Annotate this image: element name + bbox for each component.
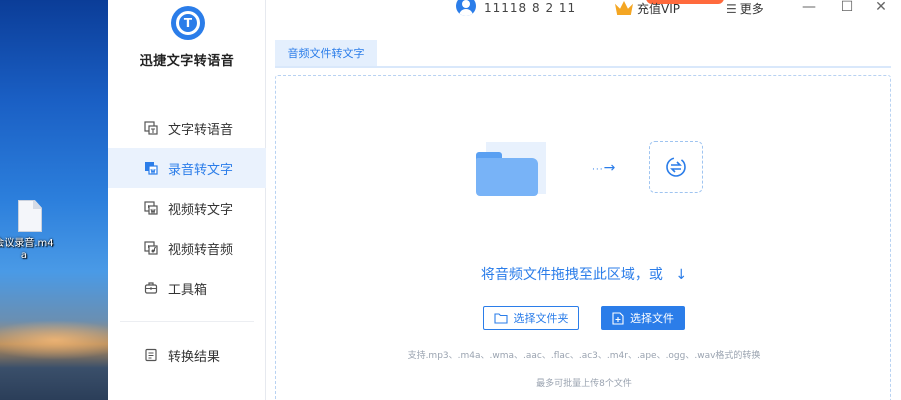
- sidebar-item-video-to-audio[interactable]: 视频转音频: [108, 228, 266, 268]
- text-to-speech-icon: [144, 121, 158, 135]
- sidebar-item-label: 视频转文字: [168, 202, 234, 218]
- user-avatar-icon[interactable]: [456, 0, 476, 16]
- sidebar-item-label: 录音转文字: [168, 162, 234, 178]
- toolbox-icon: [144, 281, 158, 295]
- select-folder-button[interactable]: 选择文件夹: [483, 306, 579, 330]
- select-file-button[interactable]: 选择文件: [601, 306, 685, 330]
- file-drop-zone[interactable]: ···→ 将音频文件拖拽至此区域，或 ↓ 选择文件夹 选择文件 支持.mp3、.…: [275, 75, 891, 400]
- recharge-vip-button[interactable]: 充值VIP: [615, 0, 680, 16]
- more-menu-button[interactable]: ☰ 更多: [726, 0, 764, 17]
- sidebar-divider: [120, 321, 254, 322]
- result-icon: [144, 348, 158, 362]
- folder-outline-icon: [493, 312, 508, 324]
- close-button[interactable]: ✕: [872, 0, 890, 16]
- vip-label: 充值VIP: [637, 1, 680, 16]
- desktop-file[interactable]: 会议录音.m4a: [0, 200, 60, 262]
- tab-bar: 音频文件转文字: [275, 40, 891, 68]
- video-to-text-icon: [144, 201, 158, 215]
- select-folder-label: 选择文件夹: [513, 312, 569, 325]
- sidebar-item-text-to-speech[interactable]: 文字转语音: [108, 108, 266, 148]
- video-to-audio-icon: [144, 241, 158, 255]
- tab-audio-to-text[interactable]: 音频文件转文字: [275, 40, 377, 66]
- transfer-arrow-icon: ···→: [592, 160, 616, 176]
- app-name: 迅捷文字转语音: [139, 54, 235, 69]
- down-arrow-icon: ↓: [675, 267, 688, 283]
- folder-icon: [476, 142, 546, 196]
- app-logo: T: [171, 6, 205, 40]
- user-id: 11118 8 2 11: [484, 1, 577, 15]
- select-file-label: 选择文件: [630, 312, 674, 325]
- menu-icon: ☰: [726, 1, 737, 16]
- sidebar-item-label: 工具箱: [168, 282, 208, 298]
- supported-formats: 支持.mp3、.m4a、.wma、.aac、.flac、.ac3、.m4r、.a…: [407, 351, 761, 361]
- sidebar-item-result[interactable]: 转换结果: [108, 335, 266, 375]
- minimize-button[interactable]: —: [800, 0, 818, 16]
- sidebar-item-label: 转换结果: [168, 349, 221, 365]
- sidebar-item-audio-to-text[interactable]: 录音转文字: [108, 148, 266, 188]
- sidebar-item-label: 视频转音频: [168, 242, 234, 258]
- maximize-button[interactable]: ☐: [838, 0, 856, 16]
- logo-letter: T: [176, 11, 200, 35]
- drop-hint: 将音频文件拖拽至此区域，或 ↓: [276, 264, 892, 284]
- desktop-background: 会议录音.m4a: [0, 0, 108, 400]
- more-label: 更多: [739, 2, 764, 16]
- file-icon: [18, 200, 42, 232]
- crown-icon: [615, 1, 633, 15]
- audio-to-text-icon: [144, 161, 158, 175]
- sidebar-nav: 文字转语音 录音转文字 视频转文字 视频转音频 工具箱: [108, 108, 266, 308]
- desktop-file-label: 会议录音.m4a: [0, 238, 54, 261]
- drop-hint-text: 将音频文件拖拽至此区域，或: [480, 267, 663, 283]
- sidebar-item-label: 文字转语音: [168, 122, 234, 138]
- sidebar-item-toolbox[interactable]: 工具箱: [108, 268, 266, 308]
- add-file-icon: [612, 311, 624, 325]
- sunset-glow: [0, 320, 108, 360]
- title-bar: 11118 8 2 11 充值VIP ☰ 更多 — ☐ ✕: [266, 0, 901, 20]
- app-window: T 迅捷文字转语音 文字转语音 录音转文字 视频转文字 视频转音频 工具箱 转换…: [108, 0, 901, 400]
- convert-icon: [649, 141, 703, 193]
- sidebar-item-video-to-text[interactable]: 视频转文字: [108, 188, 266, 228]
- sidebar: T 迅捷文字转语音 文字转语音 录音转文字 视频转文字 视频转音频 工具箱 转换…: [108, 0, 266, 400]
- upload-limit: 最多可批量上传8个文件: [536, 379, 632, 389]
